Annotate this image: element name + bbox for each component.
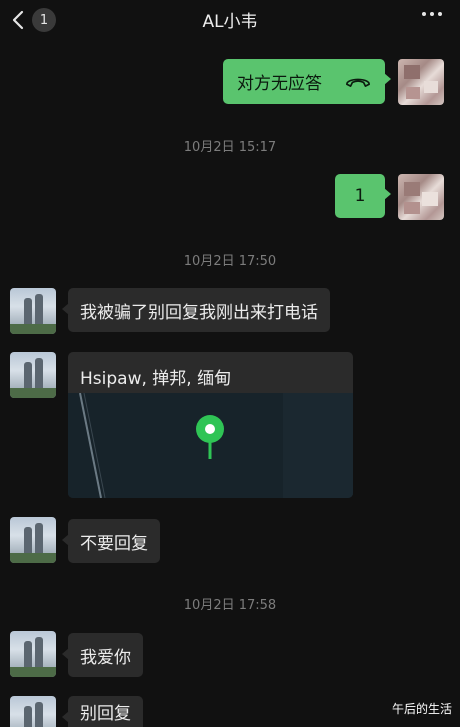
more-dots-icon[interactable] (422, 12, 442, 16)
incoming-text-bubble[interactable]: 别回复 (62, 696, 143, 727)
location-title: Hsipaw, 掸邦, 缅甸 (80, 369, 232, 389)
location-map[interactable] (68, 392, 353, 498)
self-avatar[interactable] (398, 59, 444, 105)
message-text: 1 (354, 186, 366, 206)
timestamp: 10月2日 15:17 (183, 140, 277, 155)
top-bar: 1 AL小韦 (0, 0, 460, 40)
contact-avatar[interactable] (10, 696, 56, 727)
contact-avatar[interactable] (10, 352, 56, 398)
message-text: 不要回复 (80, 533, 148, 554)
call-status-text: 对方无应答 (237, 74, 322, 94)
message-text: 别回复 (80, 704, 131, 724)
outgoing-call-bubble[interactable]: 对方无应答 (223, 59, 391, 104)
watermark-text: 午后的生活 (391, 702, 452, 716)
chat-title: AL小韦 (202, 12, 258, 32)
self-avatar[interactable] (398, 174, 444, 220)
incoming-text-bubble[interactable]: 不要回复 (62, 519, 160, 563)
hangup-phone-icon (346, 78, 370, 87)
timestamp: 10月2日 17:50 (183, 254, 277, 269)
incoming-text-bubble[interactable]: 我爱你 (62, 633, 143, 677)
timestamp: 10月2日 17:58 (183, 598, 277, 613)
message-text: 我被骗了别回复我刚出来打电话 (80, 302, 318, 323)
outgoing-text-bubble[interactable]: 1 (335, 174, 391, 218)
map-graphic (68, 392, 353, 498)
contact-avatar[interactable] (10, 517, 56, 563)
message-text: 我爱你 (80, 647, 131, 668)
contact-avatar[interactable] (10, 288, 56, 334)
contact-avatar[interactable] (10, 631, 56, 677)
location-card[interactable]: Hsipaw, 掸邦, 缅甸 (68, 352, 353, 498)
incoming-text-bubble[interactable]: 我被骗了别回复我刚出来打电话 (62, 288, 330, 332)
